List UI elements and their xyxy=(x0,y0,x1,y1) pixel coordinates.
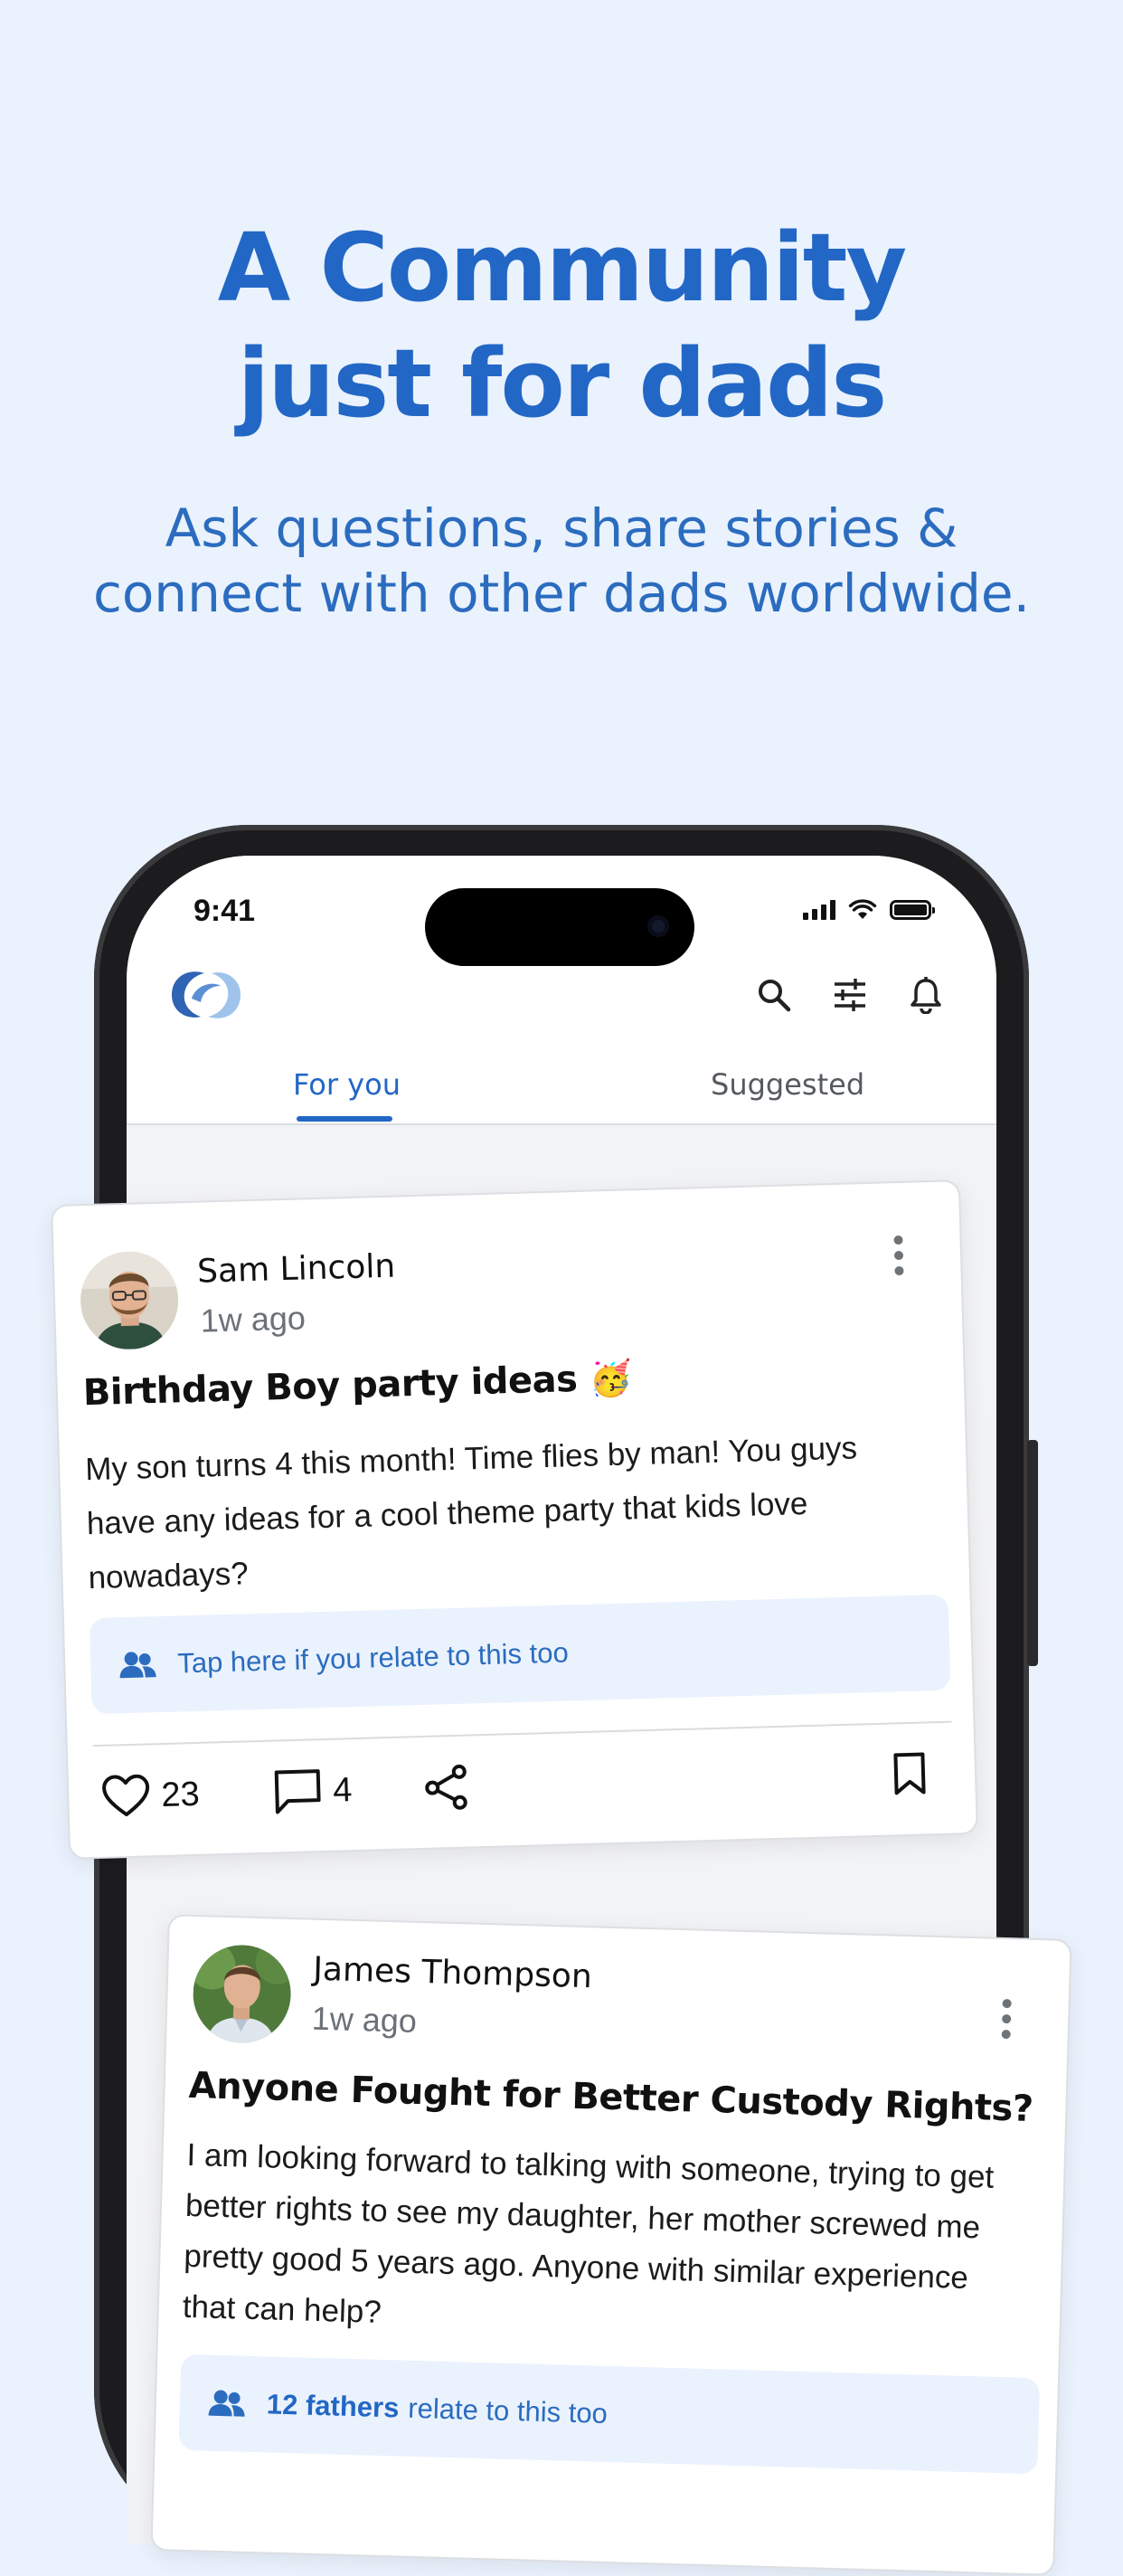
more-options-button[interactable] xyxy=(889,1236,908,1276)
bookmark-button[interactable] xyxy=(891,1750,928,1796)
comment-icon xyxy=(273,1767,323,1815)
hero-subtitle: Ask questions, share stories & connect w… xyxy=(0,496,1123,626)
active-tab-indicator xyxy=(297,1116,392,1122)
avatar[interactable] xyxy=(192,1944,292,2044)
dynamic-island xyxy=(425,888,694,966)
like-button[interactable]: 23 xyxy=(101,1773,201,1819)
tab-suggested[interactable]: Suggested xyxy=(711,1067,864,1102)
post-card[interactable]: James Thompson 1w ago Anyone Fought for … xyxy=(150,1914,1071,2576)
hero-title-line2: just for dads xyxy=(0,326,1123,441)
hero-subtitle-line1: Ask questions, share stories & xyxy=(0,496,1123,561)
more-options-button[interactable] xyxy=(997,1999,1016,2040)
post-title: Anyone Fought for Better Custody Rights? xyxy=(188,2065,1033,2130)
search-button[interactable] xyxy=(750,971,797,1018)
relate-button[interactable]: Tap here if you relate to this too xyxy=(90,1595,951,1714)
relate-button[interactable]: 12 fathers relate to this too xyxy=(178,2354,1040,2474)
post-author[interactable]: Sam Lincoln xyxy=(197,1248,396,1291)
post-body: I am looking forward to talking with som… xyxy=(182,2130,1046,2356)
bell-icon xyxy=(908,976,944,1014)
comment-button[interactable]: 4 xyxy=(273,1766,354,1815)
app-logo[interactable] xyxy=(165,964,248,1026)
cellular-signal-icon xyxy=(803,900,835,920)
search-icon xyxy=(756,977,792,1013)
post-author[interactable]: James Thompson xyxy=(313,1951,592,1996)
bookmark-icon xyxy=(891,1750,928,1796)
people-icon xyxy=(206,2388,247,2420)
camera-icon xyxy=(647,915,669,937)
status-icons xyxy=(803,899,931,921)
comment-count: 4 xyxy=(333,1771,353,1811)
post-time: 1w ago xyxy=(311,2000,417,2041)
filter-sliders-icon xyxy=(832,977,868,1013)
relate-count: 12 fathers xyxy=(266,2388,399,2424)
people-icon xyxy=(118,1649,158,1681)
relate-text: relate to this too xyxy=(408,2392,608,2430)
party-emoji: 🥳 xyxy=(589,1358,632,1398)
heart-icon xyxy=(101,1774,151,1818)
post-body: My son turns 4 this month! Time flies by… xyxy=(84,1419,939,1605)
status-time: 9:41 xyxy=(193,894,255,929)
hero-title: A Community just for dads xyxy=(0,210,1123,441)
share-icon xyxy=(423,1763,471,1811)
divider xyxy=(93,1721,952,1747)
relate-text: Tap here if you relate to this too xyxy=(177,1636,569,1680)
hero-title-line1: A Community xyxy=(0,210,1123,326)
notifications-button[interactable] xyxy=(902,971,949,1018)
hero-subtitle-line2: connect with other dads worldwide. xyxy=(0,561,1123,626)
tab-for-you[interactable]: For you xyxy=(293,1067,401,1102)
wifi-icon xyxy=(848,899,877,921)
post-title: Birthday Boy party ideas 🥳 xyxy=(82,1357,632,1414)
post-card[interactable]: Sam Lincoln 1w ago Birthday Boy party id… xyxy=(51,1179,978,1860)
filter-button[interactable] xyxy=(826,971,873,1018)
share-button[interactable] xyxy=(423,1763,471,1811)
post-title-text: Birthday Boy party ideas xyxy=(82,1359,578,1414)
app-header: 9:41 xyxy=(127,856,996,1125)
like-count: 23 xyxy=(161,1775,200,1814)
phone-side-button xyxy=(1027,1440,1038,1666)
post-time: 1w ago xyxy=(200,1299,306,1340)
battery-icon xyxy=(890,900,931,920)
avatar[interactable] xyxy=(80,1250,180,1350)
